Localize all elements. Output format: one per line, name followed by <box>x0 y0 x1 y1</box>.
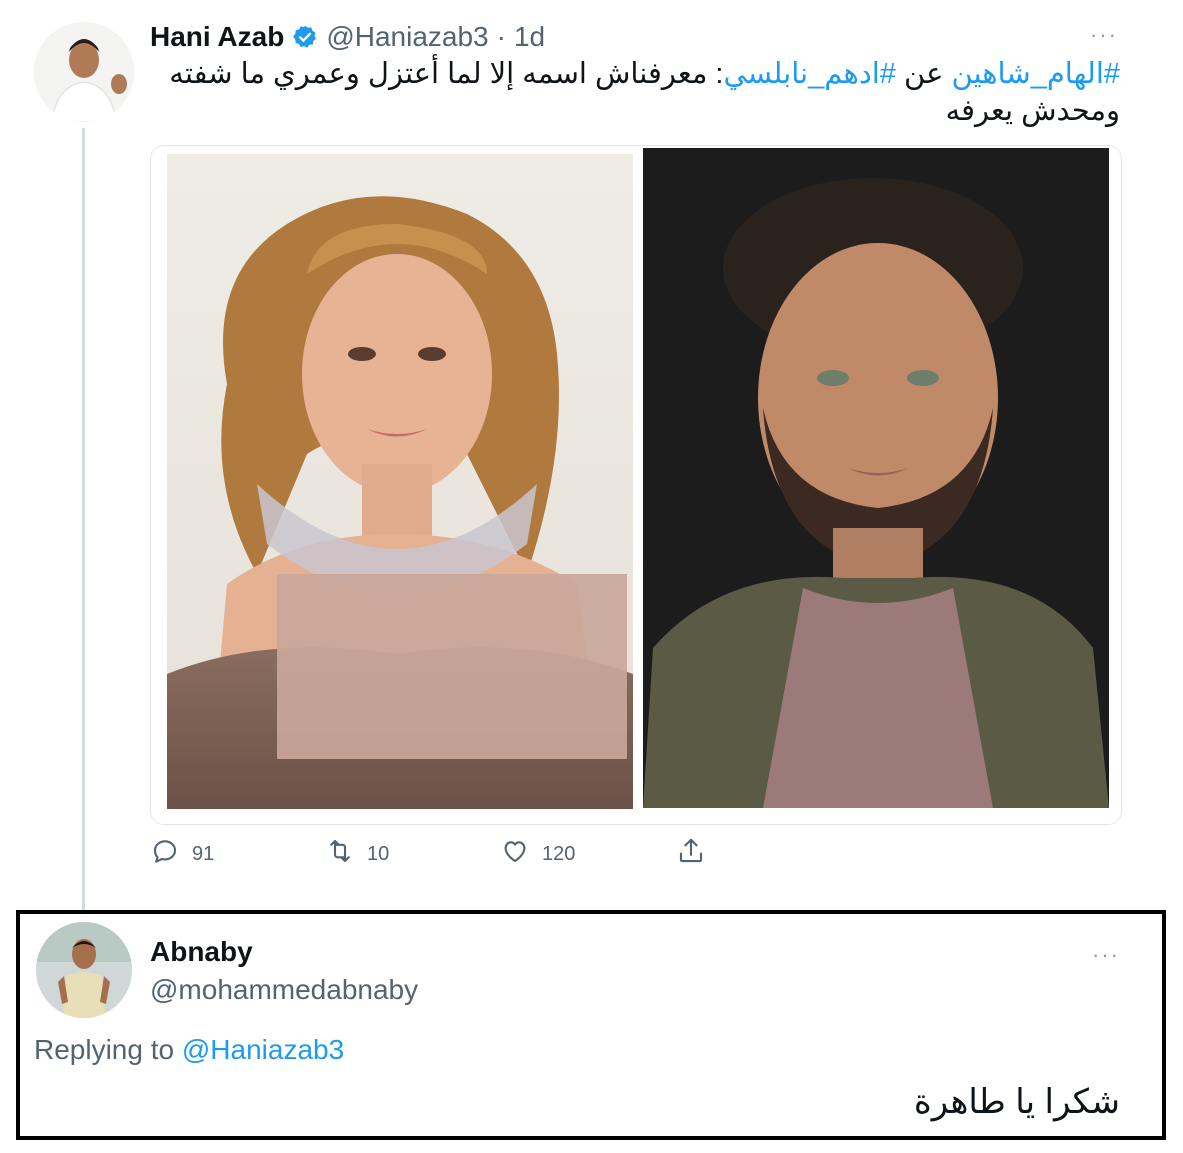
tweet-word: عن <box>895 58 952 90</box>
tweet-text-line2: ومحدش يعرفه <box>945 95 1120 127</box>
share-icon <box>676 836 706 872</box>
tweet-text-rest: : معرفناش اسمه إلا لما أعتزل وعمري ما شف… <box>169 58 724 90</box>
replying-to: Replying to @Haniazab3 <box>34 1034 344 1066</box>
more-options-icon[interactable]: ··· <box>1090 22 1118 48</box>
hashtag-link[interactable]: #الهام_شاهين <box>951 58 1120 90</box>
tweet-text-line1: #الهام_شاهين عن #ادهم_نابلسي: معرفناش اس… <box>150 56 1120 93</box>
tweet-time[interactable]: 1d <box>514 21 545 53</box>
hashtag-link[interactable]: #ادهم_نابلسي <box>723 58 895 90</box>
retweet-count: 10 <box>367 842 390 865</box>
reply-icon <box>150 836 180 872</box>
replying-to-label: Replying to <box>34 1034 175 1065</box>
media-card[interactable] <box>150 145 1122 825</box>
retweet-action[interactable]: 10 <box>325 836 389 872</box>
author-name[interactable]: Hani Azab <box>150 21 284 53</box>
author-handle[interactable]: @Haniazab3 <box>326 21 488 53</box>
tweet-text: #الهام_شاهين عن #ادهم_نابلسي: معرفناش اس… <box>150 56 1120 130</box>
heart-icon <box>500 836 530 872</box>
time-separator: · <box>496 21 506 52</box>
like-action[interactable]: 120 <box>500 836 575 872</box>
tweet-header: Hani Azab @Haniazab3 · 1d <box>150 18 545 56</box>
share-action[interactable] <box>676 836 706 872</box>
reply-more-options-icon[interactable]: ··· <box>1092 942 1120 968</box>
reply-action[interactable]: 91 <box>150 836 214 872</box>
verified-badge-icon <box>292 24 318 50</box>
reply-author-avatar[interactable] <box>36 922 132 1018</box>
replying-to-handle[interactable]: @Haniazab3 <box>182 1034 344 1065</box>
reply-author-name[interactable]: Abnaby <box>150 936 253 968</box>
reply-text: شكرا يا طاهرة <box>913 1083 1120 1121</box>
like-count: 120 <box>542 842 576 865</box>
retweet-icon <box>325 836 355 872</box>
reply-count: 91 <box>192 842 215 865</box>
photo-right[interactable] <box>643 148 1109 808</box>
photo-left[interactable] <box>167 154 633 809</box>
thread-line <box>82 128 85 910</box>
reply-tweet: Abnaby @mohammedabnaby ··· Replying to @… <box>16 910 1166 1140</box>
author-avatar[interactable] <box>34 22 134 122</box>
reply-author-handle[interactable]: @mohammedabnaby <box>150 974 418 1006</box>
